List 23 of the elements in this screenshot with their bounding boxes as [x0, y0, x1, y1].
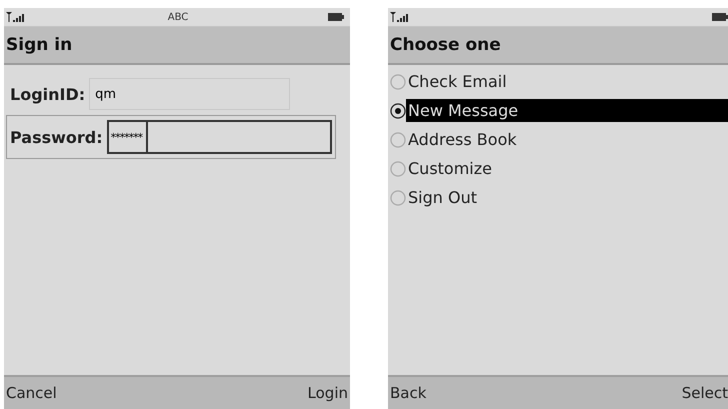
battery-icon [712, 13, 728, 21]
right-softkey[interactable]: Login [308, 384, 348, 402]
radio-button[interactable] [390, 190, 406, 206]
battery-icon [328, 13, 344, 21]
menu-option[interactable]: Address Book [406, 128, 728, 151]
menu-option[interactable]: New Message [406, 99, 728, 122]
screen-title: Sign in [6, 35, 72, 55]
radio-button[interactable] [390, 160, 406, 176]
radio-button[interactable] [390, 74, 406, 90]
radio-button[interactable] [390, 102, 406, 118]
left-softkey[interactable]: Back [390, 384, 426, 402]
radio-button[interactable] [390, 132, 406, 148]
field-label: Password: [10, 128, 103, 146]
field-label: LoginID: [10, 84, 86, 104]
input-field[interactable]: ******* [106, 120, 332, 154]
input-field[interactable]: qm [89, 78, 290, 110]
right-softkey[interactable]: Select [682, 384, 728, 402]
input-mode: ABC [168, 12, 188, 22]
left-softkey[interactable]: Cancel [6, 384, 57, 402]
screen-title: Choose one [390, 35, 501, 55]
menu-option[interactable]: Customize [406, 157, 728, 180]
menu-option[interactable]: Sign Out [406, 186, 728, 209]
menu-option[interactable]: Check Email [406, 70, 728, 93]
